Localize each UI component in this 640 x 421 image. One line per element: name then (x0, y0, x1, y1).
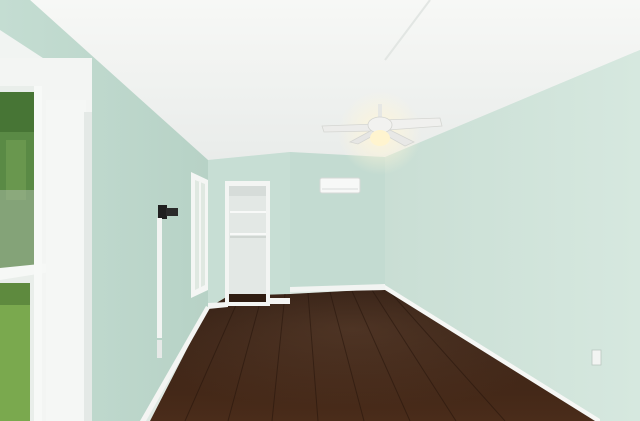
closet (225, 181, 270, 306)
fan-light (370, 130, 390, 146)
room-illustration (0, 0, 640, 421)
mini-split-ac-unit (319, 177, 361, 194)
room-photo (0, 0, 640, 421)
electrical-outlet (591, 349, 602, 366)
window-left-large (0, 30, 92, 421)
window-left-small (191, 172, 208, 298)
